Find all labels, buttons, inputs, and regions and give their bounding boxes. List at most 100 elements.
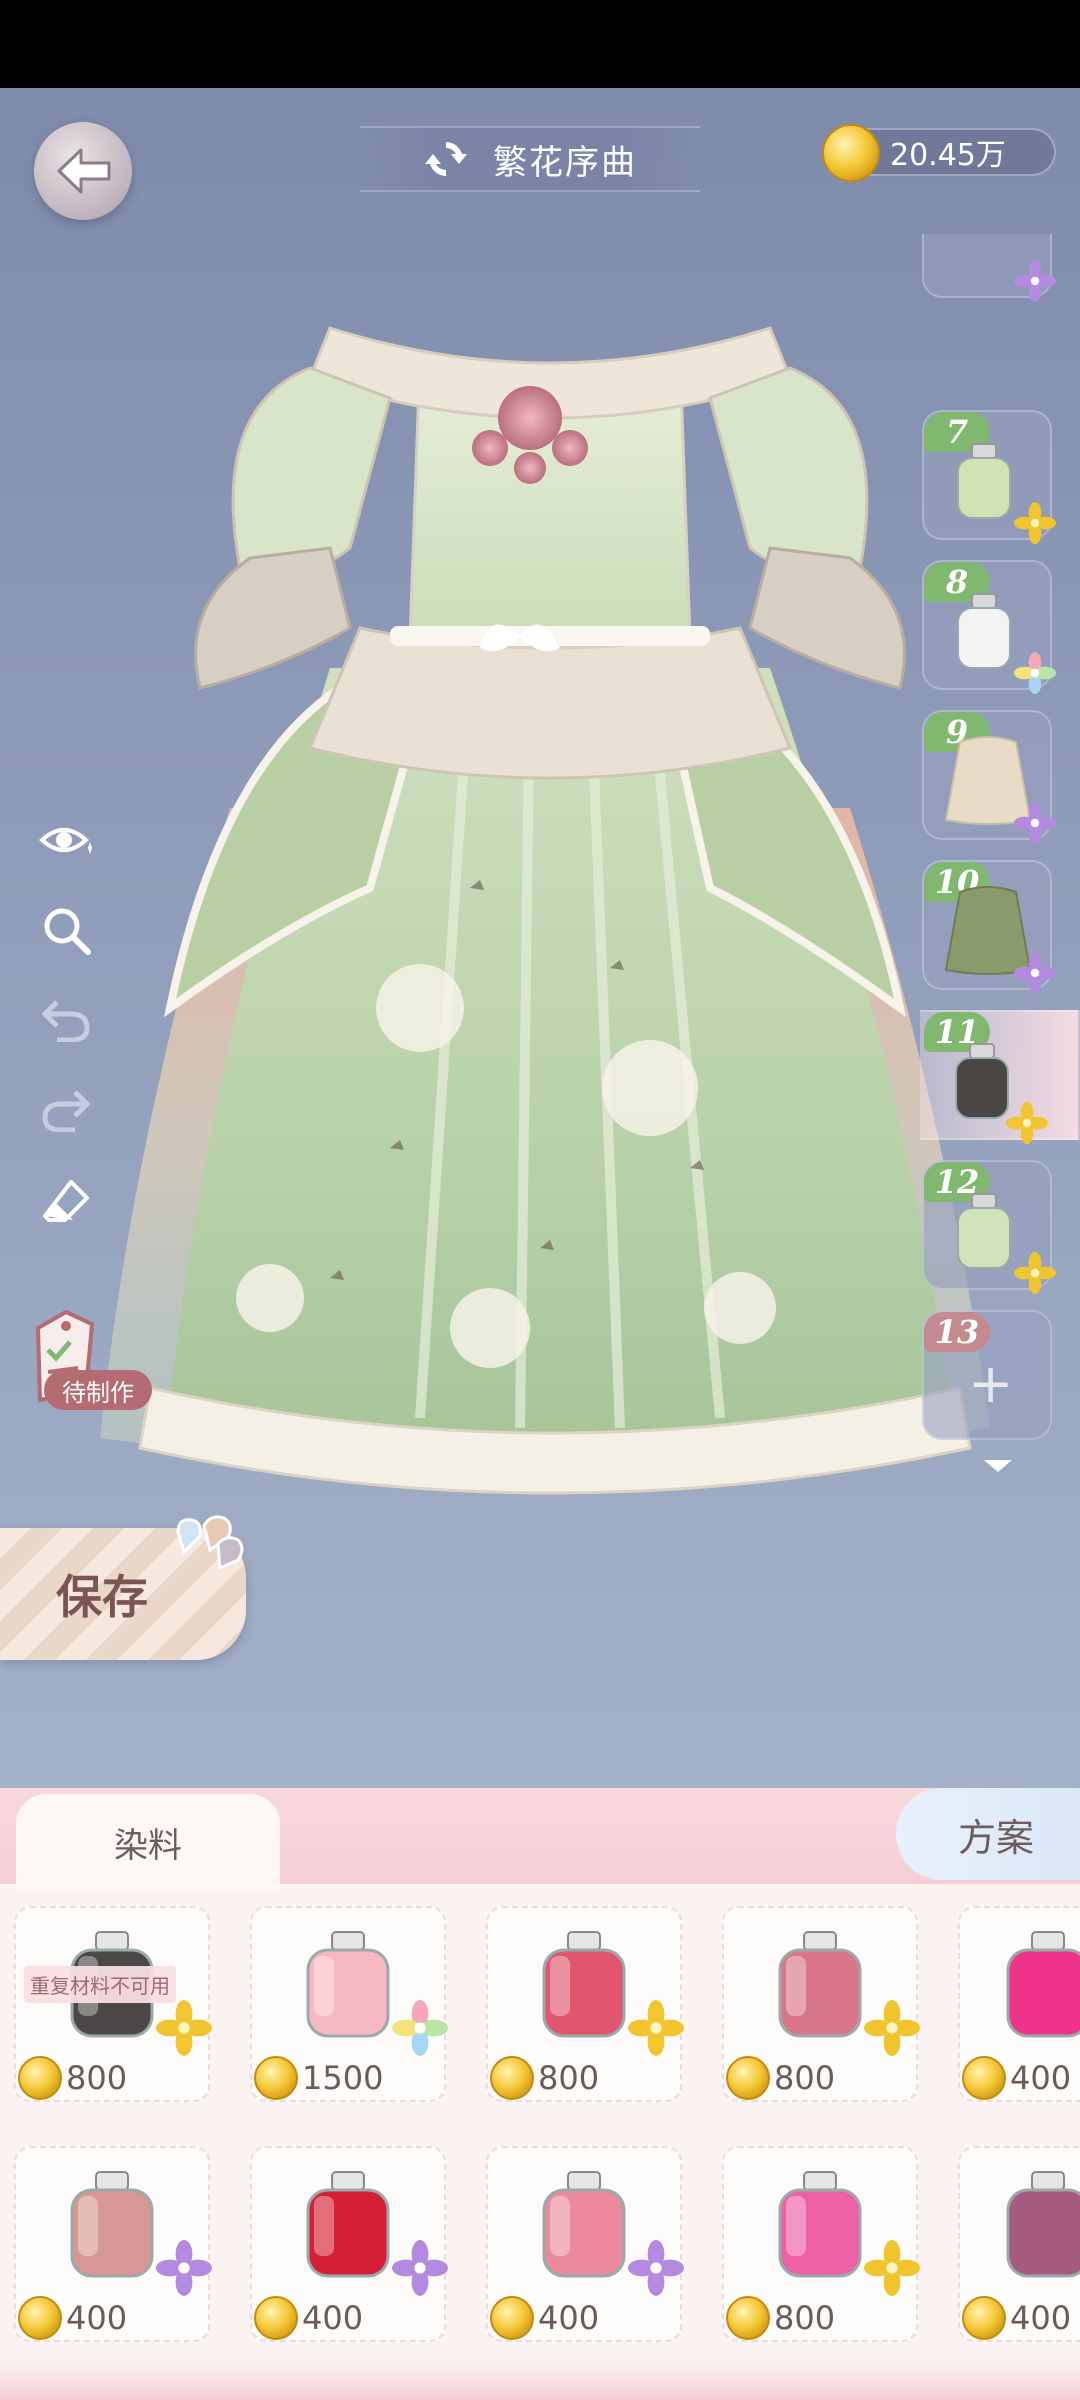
gold-coin-icon <box>490 2296 534 2340</box>
dye-price: 800 <box>18 2056 127 2100</box>
dye-bottle-icon <box>778 1931 862 2038</box>
dye-bottle-icon <box>957 443 1011 519</box>
outfit-title-bar[interactable]: 繁花序曲 <box>360 126 700 192</box>
dye-card[interactable]: 800 <box>486 1906 684 2102</box>
dye-card[interactable]: 400 <box>14 2146 212 2342</box>
plus-icon: + <box>968 1352 1014 1415</box>
scroll-down-icon[interactable] <box>984 1460 1012 1472</box>
dye-grid: 重复材料不可用 800 1500 800 800 400 400 400 400… <box>14 1906 1080 2396</box>
slot-item-9[interactable]: 9 <box>922 710 1056 844</box>
dye-card[interactable]: 400 <box>958 2146 1080 2342</box>
purple-flower-icon <box>1014 952 1056 994</box>
dye-price: 400 <box>962 2296 1071 2340</box>
purple-flower-icon <box>1014 802 1056 844</box>
refresh-icon[interactable] <box>423 136 469 182</box>
dye-card[interactable]: 400 <box>250 2146 448 2342</box>
dye-bottle-icon <box>306 1931 390 2038</box>
dye-card[interactable]: 800 <box>722 1906 920 2102</box>
eye-sparkle-icon[interactable] <box>34 808 98 872</box>
gold-coin-icon <box>18 2296 62 2340</box>
gold-flower-icon <box>864 2240 920 2296</box>
dye-price: 1500 <box>254 2056 383 2100</box>
gold-coin-icon <box>254 2296 298 2340</box>
price-value: 400 <box>66 2299 128 2337</box>
unavailable-note: 重复材料不可用 <box>24 1966 176 2003</box>
bottom-fade <box>0 2360 1080 2400</box>
side-toolbar <box>34 808 98 1258</box>
dye-panel: 染料 方案 重复材料不可用 800 1500 800 800 400 400 4… <box>0 1788 1080 2400</box>
dye-price: 400 <box>254 2296 363 2340</box>
tab-dye[interactable]: 染料 <box>16 1794 280 1890</box>
gold-flower-icon <box>864 2000 920 2056</box>
eraser-icon[interactable] <box>34 1168 98 1232</box>
dye-bottle-icon <box>542 1931 626 2038</box>
price-value: 400 <box>538 2299 600 2337</box>
gold-flower-icon <box>628 2000 684 2056</box>
rainbow-flower-icon <box>392 2000 448 2056</box>
dye-bottle-icon <box>70 2171 154 2278</box>
gold-coin-icon <box>254 2056 298 2100</box>
dye-card[interactable]: 400 <box>958 1906 1080 2102</box>
dye-bottle-icon <box>957 1193 1011 1269</box>
gold-coin-icon <box>18 2056 62 2100</box>
gold-flower-icon <box>1014 502 1056 544</box>
dye-bottle-icon <box>1006 1931 1080 2038</box>
price-value: 800 <box>66 2059 128 2097</box>
gold-coin-icon <box>962 2056 1006 2100</box>
dye-price: 800 <box>490 2056 599 2100</box>
dye-price: 800 <box>726 2296 835 2340</box>
slot-item-11-selected[interactable]: 11 <box>920 1010 1080 1144</box>
dye-card[interactable]: 1500 <box>250 1906 448 2102</box>
slot-item-6[interactable] <box>922 234 1056 302</box>
dye-card[interactable]: 重复材料不可用 800 <box>14 1906 212 2102</box>
slot-number: 13 <box>924 1312 990 1352</box>
slot-item-7[interactable]: 7 <box>922 410 1056 544</box>
gold-flower-icon <box>1014 1252 1056 1294</box>
price-value: 400 <box>302 2299 364 2337</box>
hearts-decoration-icon <box>176 1515 244 1571</box>
purple-flower-icon <box>156 2240 212 2296</box>
coin-balance[interactable]: 20.45万 <box>822 124 1056 182</box>
slot-item-13-empty[interactable]: 13 + <box>922 1310 1052 1440</box>
coin-amount: 20.45万 <box>890 138 1006 173</box>
dye-card[interactable]: 800 <box>722 2146 920 2342</box>
gold-coin-icon <box>726 2296 770 2340</box>
slot-item-8[interactable]: 8 <box>922 560 1056 694</box>
price-value: 800 <box>774 2299 836 2337</box>
price-value: 400 <box>1010 2059 1072 2097</box>
dye-price: 400 <box>490 2296 599 2340</box>
undo-icon[interactable] <box>34 988 98 1052</box>
dye-price: 400 <box>18 2296 127 2340</box>
back-button[interactable] <box>34 122 132 220</box>
gold-flower-icon <box>1006 1102 1048 1144</box>
purple-flower-icon <box>392 2240 448 2296</box>
dye-slot-list[interactable]: 7 8 9 10 11 12 13 + <box>920 234 1080 1454</box>
gold-coin-icon <box>822 124 880 182</box>
tab-scheme[interactable]: 方案 <box>896 1788 1080 1880</box>
arrow-left-icon <box>57 148 111 194</box>
dye-bottle-icon <box>955 1043 1009 1119</box>
redo-icon[interactable] <box>34 1078 98 1142</box>
dye-price: 800 <box>726 2056 835 2100</box>
dye-bottle-icon <box>778 2171 862 2278</box>
pending-craft-label[interactable]: 待制作 <box>44 1370 152 1410</box>
dye-card[interactable]: 400 <box>486 2146 684 2342</box>
purple-flower-icon <box>628 2240 684 2296</box>
gold-coin-icon <box>962 2296 1006 2340</box>
dye-bottle-icon <box>306 2171 390 2278</box>
slot-item-10[interactable]: 10 <box>922 860 1056 994</box>
price-value: 400 <box>1010 2299 1072 2337</box>
price-value: 800 <box>538 2059 600 2097</box>
outfit-title: 繁花序曲 <box>493 142 637 183</box>
dye-price: 400 <box>962 2056 1071 2100</box>
price-value: 800 <box>774 2059 836 2097</box>
slot-item-12[interactable]: 12 <box>922 1160 1056 1294</box>
preview-stage: 繁花序曲 20.45万 待制作 保存 7 8 9 10 11 12 13 + <box>0 88 1080 1788</box>
gold-flower-icon <box>156 2000 212 2056</box>
dye-bottle-icon <box>957 593 1011 669</box>
dye-bottle-icon <box>1006 2171 1080 2278</box>
dress-preview[interactable] <box>90 248 1010 1508</box>
rainbow-flower-icon <box>1014 652 1056 694</box>
gold-coin-icon <box>490 2056 534 2100</box>
magnifier-icon[interactable] <box>34 898 98 962</box>
